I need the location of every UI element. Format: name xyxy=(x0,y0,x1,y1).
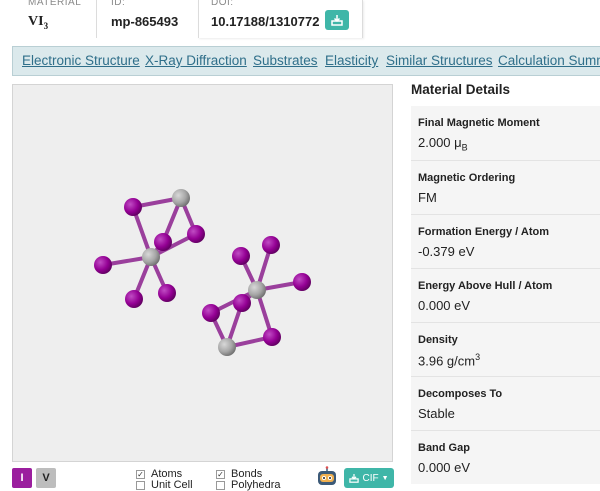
material-box: MATERIAL VI3 xyxy=(0,0,82,38)
property-final-magnetic-moment: Final Magnetic Moment 2.000 μB xyxy=(411,106,600,160)
unit-cell-checkbox[interactable]: Unit Cell xyxy=(136,479,193,491)
tab-electronic-structure[interactable]: Electronic Structure xyxy=(22,53,140,68)
vanadium-atom xyxy=(248,281,266,299)
iodine-atom xyxy=(125,290,143,308)
download-icon xyxy=(331,14,343,26)
crystal-structure-canvas[interactable] xyxy=(13,85,394,463)
tab-substrates[interactable]: Substrates xyxy=(253,53,318,68)
polyhedra-checkbox[interactable]: Polyhedra xyxy=(216,479,281,491)
viewer-controls: I V ✓ Atoms Unit Cell ✓ Bonds Polyhedra … xyxy=(12,466,398,491)
property-magnetic-ordering: Magnetic Ordering FM xyxy=(411,160,600,214)
iodine-atom xyxy=(94,256,112,274)
structure-viewer[interactable] xyxy=(12,84,393,462)
iodine-atom xyxy=(187,225,205,243)
polyhedra-checkbox-label: Polyhedra xyxy=(231,479,281,491)
doi-box: DOI: 10.17188/1310772 xyxy=(198,0,363,38)
iodine-atom xyxy=(293,273,311,291)
atoms-checkbox[interactable]: ✓ Atoms xyxy=(136,468,183,480)
vanadium-atom xyxy=(142,248,160,266)
atoms-checkbox-label: Atoms xyxy=(151,468,183,480)
property-value: -0.379 eV xyxy=(418,244,475,259)
details-list: Final Magnetic Moment 2.000 μB Magnetic … xyxy=(411,106,600,484)
cif-button-label: CIF xyxy=(362,472,379,484)
atoms-check-box[interactable]: ✓ xyxy=(136,469,145,479)
bonds xyxy=(101,196,304,349)
vanadium-atom xyxy=(172,189,190,207)
section-tabs: Electronic Structure X-Ray Diffraction S… xyxy=(12,46,600,76)
bonds-checkbox[interactable]: ✓ Bonds xyxy=(216,468,263,480)
property-label: Magnetic Ordering xyxy=(418,172,516,184)
material-id: mp-865493 xyxy=(111,14,179,29)
iodine-atom xyxy=(263,328,281,346)
property-label: Final Magnetic Moment xyxy=(418,117,540,129)
property-value: FM xyxy=(418,190,437,205)
tab-xray-diffraction[interactable]: X-Ray Diffraction xyxy=(145,53,247,68)
id-label: ID: xyxy=(111,0,126,8)
polyhedra-check-box[interactable] xyxy=(216,480,225,490)
property-formation-energy: Formation Energy / Atom -0.379 eV xyxy=(411,214,600,268)
iodine-atom xyxy=(233,294,251,312)
property-value: 0.000 eV xyxy=(418,460,471,475)
material-header: MATERIAL VI3 ID: mp-865493 DOI: 10.17188… xyxy=(0,0,600,38)
tab-elasticity[interactable]: Elasticity xyxy=(325,53,378,68)
property-value: 0.000 eV xyxy=(418,298,471,313)
iodine-atom xyxy=(124,198,142,216)
material-details-panel: Material Details Final Magnetic Moment 2… xyxy=(411,80,600,484)
iodine-atom xyxy=(262,236,280,254)
property-value: Stable xyxy=(418,406,455,421)
material-label: MATERIAL xyxy=(28,0,82,8)
iodine-atom xyxy=(232,247,250,265)
property-label: Decomposes To xyxy=(418,388,503,400)
vanadium-atom xyxy=(218,338,236,356)
doi-value[interactable]: 10.17188/1310772 xyxy=(211,14,319,29)
iodine-atom xyxy=(202,304,220,322)
property-decomposes-to: Decomposes To Stable xyxy=(411,376,600,430)
property-label: Energy Above Hull / Atom xyxy=(418,280,553,292)
property-band-gap: Band Gap 0.000 eV xyxy=(411,430,600,484)
property-label: Band Gap xyxy=(418,442,470,454)
doi-download-button[interactable] xyxy=(325,10,349,30)
property-value: 2.000 μB xyxy=(418,135,468,153)
iodine-atoms[interactable] xyxy=(94,198,311,346)
bonds-check-box[interactable]: ✓ xyxy=(216,469,225,479)
cif-download-button[interactable]: CIF ▼ xyxy=(344,468,394,488)
property-density: Density 3.96 g/cm3 xyxy=(411,322,600,376)
unit-cell-checkbox-label: Unit Cell xyxy=(151,479,193,491)
property-value: 3.96 g/cm3 xyxy=(418,352,481,369)
bonds-checkbox-label: Bonds xyxy=(231,468,263,480)
property-label: Formation Energy / Atom xyxy=(418,226,549,238)
download-icon xyxy=(349,473,360,483)
element-button-v[interactable]: V xyxy=(36,468,56,488)
doi-label: DOI: xyxy=(211,0,234,8)
property-energy-above-hull: Energy Above Hull / Atom 0.000 eV xyxy=(411,268,600,322)
id-box: ID: mp-865493 xyxy=(96,0,188,38)
caret-down-icon: ▼ xyxy=(381,474,389,482)
iodine-atom xyxy=(154,233,172,251)
material-formula: VI3 xyxy=(28,14,49,31)
tab-similar-structures[interactable]: Similar Structures xyxy=(386,53,493,68)
property-label: Density xyxy=(418,334,458,346)
element-button-i[interactable]: I xyxy=(12,468,32,488)
details-title: Material Details xyxy=(411,82,511,97)
robot-icon[interactable] xyxy=(316,466,338,488)
iodine-atom xyxy=(158,284,176,302)
tab-calculation-summary[interactable]: Calculation Summary xyxy=(498,53,600,68)
unit-cell-check-box[interactable] xyxy=(136,480,145,490)
